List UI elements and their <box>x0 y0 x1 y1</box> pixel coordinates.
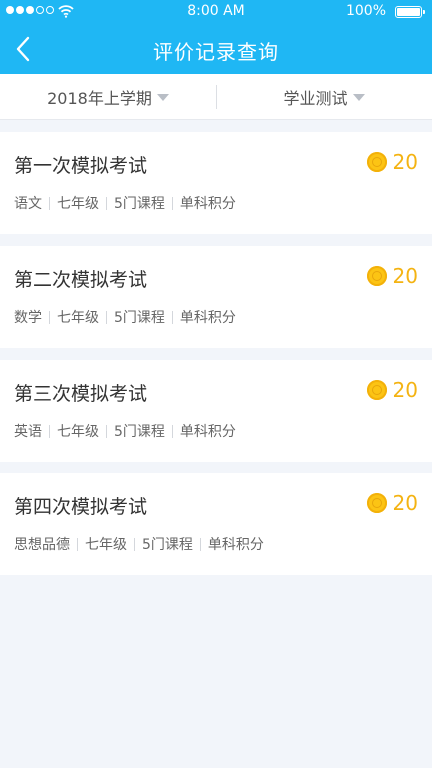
tag-separator <box>106 424 107 438</box>
page-title: 评价记录查询 <box>153 40 279 64</box>
battery-icon <box>395 6 425 18</box>
record-card[interactable]: 第三次模拟考试 20 英语 七年级 5门课程 单科积分 <box>0 360 432 462</box>
category-filter-label: 学业测试 <box>283 88 348 108</box>
record-score: 20 <box>366 264 418 288</box>
tag-subject: 数学 <box>14 310 42 326</box>
coin-icon <box>366 493 387 513</box>
score-value: 20 <box>392 491 418 515</box>
tag-score-type: 单科积分 <box>179 196 236 212</box>
record-title: 第三次模拟考试 <box>14 383 148 405</box>
term-filter-label: 2018年上学期 <box>47 88 152 108</box>
record-title: 第四次模拟考试 <box>14 496 148 518</box>
tag-course-count: 5门课程 <box>142 537 193 553</box>
tag-subject: 思想品德 <box>14 537 70 553</box>
tag-separator <box>49 196 50 210</box>
caret-down-icon <box>156 94 169 101</box>
tag-course-count: 5门课程 <box>114 196 165 212</box>
coin-icon <box>366 152 387 172</box>
coin-icon <box>366 380 387 400</box>
tag-separator <box>77 537 78 551</box>
record-tags: 语文 七年级 5门课程 单科积分 <box>14 193 236 213</box>
filter-bar: 2018年上学期 学业测试 <box>0 74 432 120</box>
term-filter-dropdown[interactable]: 2018年上学期 <box>0 74 216 119</box>
record-score: 20 <box>366 378 418 402</box>
record-score: 20 <box>366 491 418 515</box>
score-value: 20 <box>392 150 418 174</box>
tag-separator <box>49 424 50 438</box>
record-title: 第二次模拟考试 <box>14 269 148 291</box>
tag-grade: 七年级 <box>85 537 127 553</box>
tag-grade: 七年级 <box>57 196 99 212</box>
tag-score-type: 单科积分 <box>179 310 236 326</box>
status-bar: 8:00 AM 100% <box>0 0 432 24</box>
record-tags: 英语 七年级 5门课程 单科积分 <box>14 421 236 441</box>
score-value: 20 <box>392 378 418 402</box>
tag-separator <box>199 537 201 551</box>
battery-percentage: 100% <box>345 3 386 19</box>
coin-icon <box>366 266 387 286</box>
tag-separator <box>106 196 107 210</box>
tag-separator <box>171 310 173 324</box>
tag-subject: 英语 <box>14 424 42 440</box>
caret-down-icon <box>352 94 365 101</box>
record-card[interactable]: 第二次模拟考试 20 数学 七年级 5门课程 单科积分 <box>0 246 432 348</box>
record-title: 第一次模拟考试 <box>14 155 148 177</box>
score-value: 20 <box>392 264 418 288</box>
record-tags: 数学 七年级 5门课程 单科积分 <box>14 307 236 327</box>
tag-score-type: 单科积分 <box>179 424 236 440</box>
tag-course-count: 5门课程 <box>114 310 165 326</box>
tag-separator <box>49 310 50 324</box>
record-tags: 思想品德 七年级 5门课程 单科积分 <box>14 534 264 554</box>
app-header: 8:00 AM 100% 评价记录查询 <box>0 0 432 74</box>
tag-course-count: 5门课程 <box>114 424 165 440</box>
tag-separator <box>134 537 135 551</box>
tag-separator <box>171 196 173 210</box>
tag-separator <box>106 310 107 324</box>
tag-separator <box>171 424 173 438</box>
tag-grade: 七年级 <box>57 310 99 326</box>
category-filter-dropdown[interactable]: 学业测试 <box>216 74 432 119</box>
record-score: 20 <box>366 150 418 174</box>
tag-score-type: 单科积分 <box>207 537 264 553</box>
record-card[interactable]: 第一次模拟考试 20 语文 七年级 5门课程 单科积分 <box>0 132 432 234</box>
tag-subject: 语文 <box>14 196 42 212</box>
record-card[interactable]: 第四次模拟考试 20 思想品德 七年级 5门课程 单科积分 <box>0 473 432 575</box>
tag-grade: 七年级 <box>57 424 99 440</box>
